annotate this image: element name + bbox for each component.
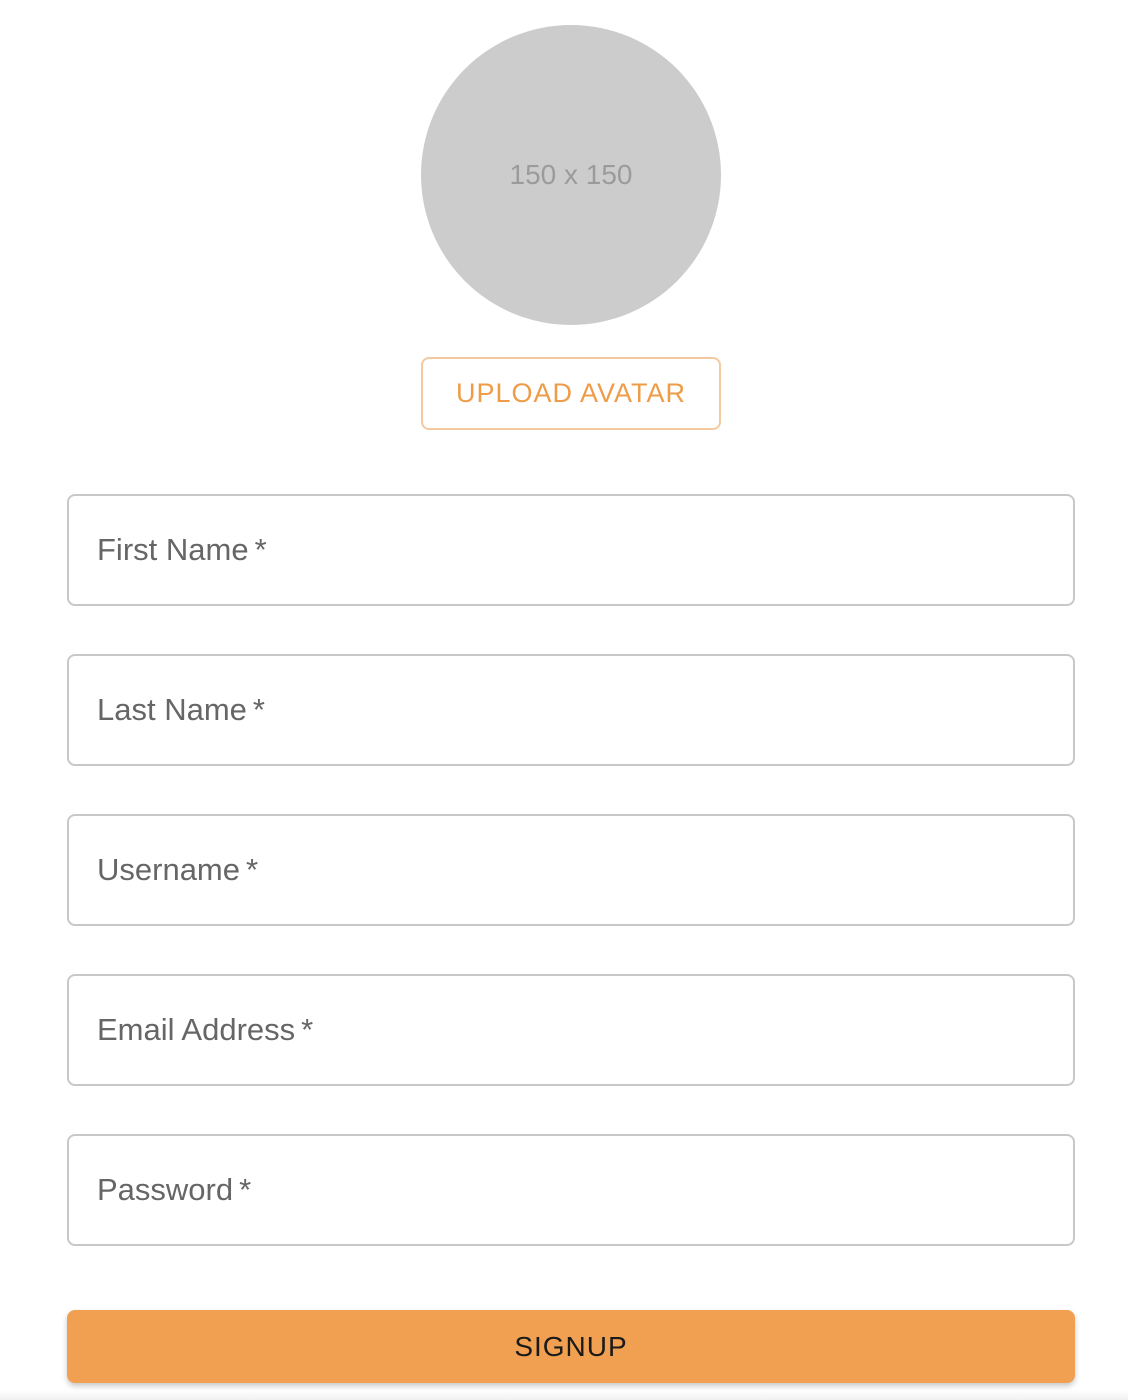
username-field[interactable]: Username * [67, 814, 1075, 926]
last-name-field[interactable]: Last Name * [67, 654, 1075, 766]
bottom-edge-shade [0, 1390, 1128, 1400]
last-name-input[interactable] [69, 656, 1073, 764]
upload-avatar-button[interactable]: UPLOAD AVATAR [421, 357, 721, 430]
username-input[interactable] [69, 816, 1073, 924]
first-name-input[interactable] [69, 496, 1073, 604]
password-field[interactable]: Password * [67, 1134, 1075, 1246]
password-input[interactable] [69, 1136, 1073, 1244]
email-field[interactable]: Email Address * [67, 974, 1075, 1086]
signup-button[interactable]: SIGNUP [67, 1310, 1075, 1383]
email-input[interactable] [69, 976, 1073, 1084]
avatar-placeholder-text: 150 x 150 [509, 159, 633, 190]
avatar-placeholder: 150 x 150 [421, 25, 721, 325]
first-name-field[interactable]: First Name * [67, 494, 1075, 606]
